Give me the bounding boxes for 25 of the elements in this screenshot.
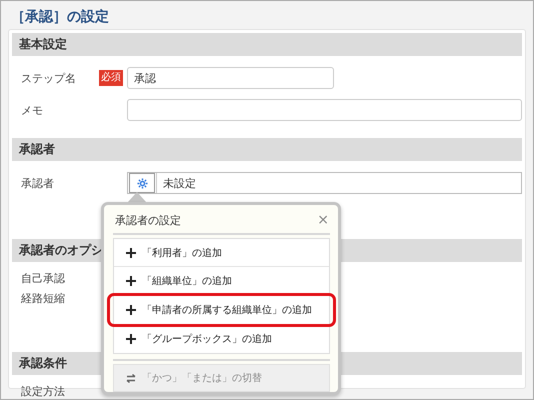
plus-icon <box>126 334 136 344</box>
plus-icon <box>126 248 136 258</box>
field-label: ステップ名 <box>21 70 77 86</box>
section-heading: 承認者 <box>12 138 522 161</box>
settings-button[interactable] <box>129 173 155 193</box>
add-menu-item[interactable]: 「組織単位」の追加 <box>114 267 329 295</box>
plus-icon <box>126 304 136 314</box>
add-menu-item[interactable]: 「グループボックス」の追加 <box>114 325 329 353</box>
text-field[interactable] <box>127 99 522 121</box>
approver-field[interactable]: 未設定 <box>127 172 522 194</box>
field-label: 設定方法 <box>21 384 66 398</box>
field-label: 自己承認 <box>21 270 66 286</box>
text-field[interactable]: 承認 <box>127 67 334 89</box>
field-label: 承認者 <box>21 176 55 190</box>
page-title: ［承認］の設定 <box>10 8 109 24</box>
settings-icon <box>136 178 148 188</box>
add-menu-item[interactable]: 「申請者の所属する組織単位」の追加 <box>109 295 334 325</box>
plus-icon <box>126 276 136 286</box>
add-menu-item[interactable]: 「利用者」の追加 <box>114 239 329 267</box>
field-label: 経路短縮 <box>21 290 66 306</box>
section-heading: 基本設定 <box>12 33 522 56</box>
required-badge: 必須 <box>99 70 123 86</box>
field-label: メモ <box>21 102 44 118</box>
popup-title: 承認者の設定 <box>115 212 181 228</box>
swap-icon <box>126 374 136 382</box>
